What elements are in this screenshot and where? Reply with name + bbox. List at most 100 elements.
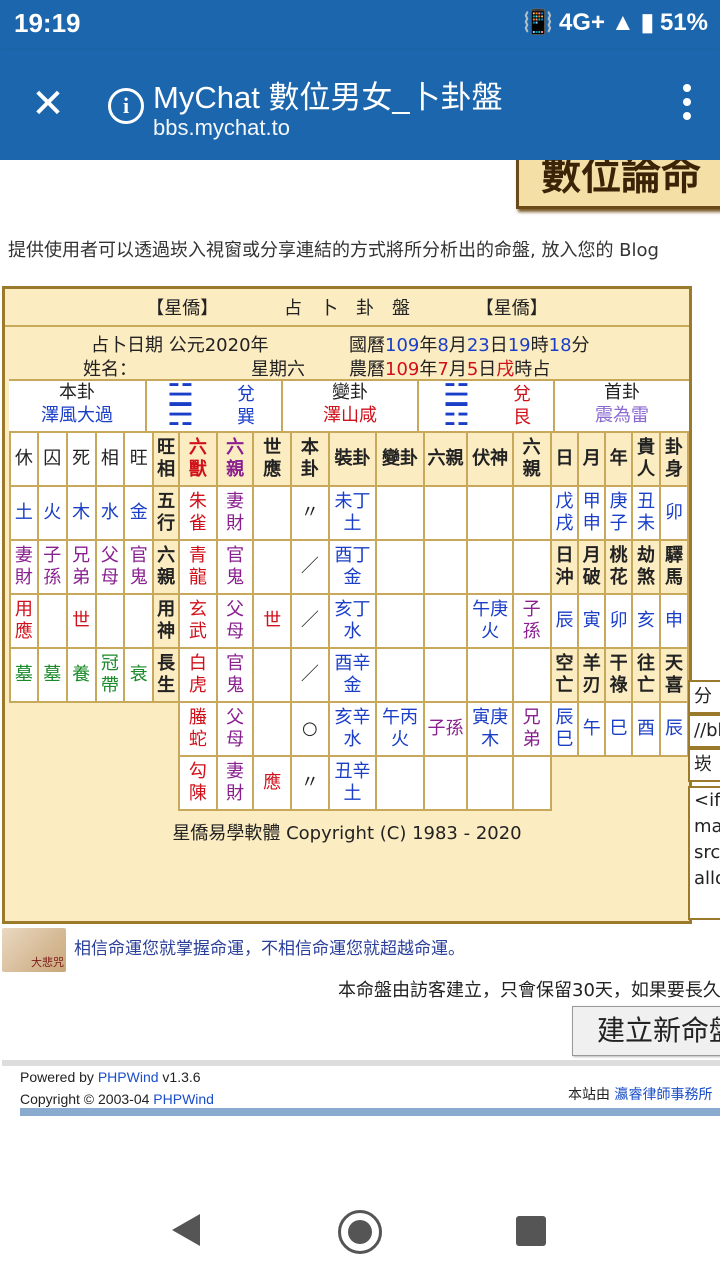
create-chart-button[interactable]: 建立新命盤 (572, 1006, 720, 1056)
yao-line-icon: ／ (290, 593, 330, 649)
yima-value: 申 (658, 593, 690, 649)
site-by: 本站由 瀛睿律師事務所 (568, 1087, 713, 1103)
noble-value: 丑未 (631, 485, 661, 541)
header-daychong: 日沖 (549, 539, 580, 595)
kin-left-cell: 官鬼 (123, 539, 155, 595)
header-wangwang: 往亡 (631, 647, 661, 703)
beast-cell: 朱雀 (178, 485, 218, 541)
kin-cell: 妻財 (215, 755, 255, 811)
web-content: 數位論命 提供使用者可以透過崁入視窗或分享連結的方式將所分析出的命盤, 放入您的… (0, 160, 720, 1160)
vibrate-icon: 📳 (523, 9, 553, 36)
phpwind-link[interactable]: PHPWind (98, 1069, 159, 1085)
biangua-cell (375, 647, 425, 703)
fushen-kin-cell: 兄弟 (511, 701, 552, 757)
changsheng-cell: 冠帶 (94, 647, 126, 703)
motto-text: 相信命運您就掌握命運，不相信命運您就超越命運。 (74, 939, 465, 959)
element-cell: 水 (94, 485, 126, 541)
element-cell: 金 (123, 485, 155, 541)
lawyer-link[interactable]: 瀛睿律師事務所 (614, 1087, 712, 1103)
biangua-kin-cell (422, 593, 469, 649)
left-spacer (10, 756, 180, 810)
guest-notice: 本命盤由訪客建立，只會保留30天，如果要長久 (338, 980, 720, 1001)
close-icon: ✕ (31, 81, 65, 127)
gregorian-date: 國曆109年8月23日19時18分 (349, 335, 590, 356)
fushen-cell (466, 647, 514, 703)
status-time: 19:19 (14, 8, 81, 38)
trigram-symbol-icon: ☶ (443, 398, 470, 433)
fushen-cell: 午庚火 (466, 593, 514, 649)
navigation-bar (0, 1176, 720, 1280)
yongshen-cell (94, 593, 126, 649)
changsheng-cell: 墓 (9, 647, 39, 703)
wangwang-value: 酉 (631, 701, 661, 757)
header-yangren: 羊刃 (577, 647, 607, 703)
info-icon[interactable]: i (108, 88, 144, 124)
close-button[interactable]: ✕ (26, 82, 70, 126)
phpwind-link-2[interactable]: PHPWind (153, 1091, 214, 1107)
divination-board: 【星僑】 占 卜 卦 盤 【星僑】 占卜日期 公元2020年 國曆109年8月2… (2, 286, 692, 924)
header-month: 月 (577, 431, 607, 487)
element-cell: 火 (36, 485, 68, 541)
header-liuqin3: 六親 (511, 431, 552, 487)
kin-cell: 官鬼 (215, 539, 255, 595)
changsheng-cell: 墓 (36, 647, 68, 703)
title-right: 【星僑】 (475, 298, 548, 319)
embed-code-field[interactable]: <ifrmasrcallo (688, 786, 720, 920)
title-main: 占 卜 卦 盤 (284, 298, 410, 319)
jiesha-value: 亥 (631, 593, 661, 649)
yongshen-cell: 用應 (9, 593, 39, 649)
changsheng-cell: 養 (65, 647, 97, 703)
header-zhuanggua: 裝卦 (327, 431, 378, 487)
biangua-kin-cell (422, 485, 469, 541)
name-label: 姓名： (83, 359, 137, 380)
header-fushen: 伏神 (466, 431, 514, 487)
title-left: 【星僑】 (146, 298, 219, 319)
header-jiesha: 劫煞 (631, 539, 661, 595)
zhuanggua-cell: 亥辛水 (327, 701, 378, 757)
board-title: 【星僑】 占 卜 卦 盤 【星僑】 (5, 293, 689, 327)
home-icon[interactable] (338, 1210, 382, 1254)
biangua-kin-cell: 子孫 (422, 701, 469, 757)
shiying-cell (252, 647, 293, 703)
footer-bar (20, 1108, 720, 1116)
header-yongshen: 用神 (152, 593, 181, 649)
signal-icon: ▲ (610, 8, 635, 36)
original-trigrams: ☱ ☴ 兌 巽 (147, 379, 283, 433)
season-cell: 死 (65, 431, 97, 487)
monthbreak-value: 寅 (577, 593, 607, 649)
element-cell: 木 (65, 485, 97, 541)
header-monthbreak: 月破 (577, 539, 607, 595)
recent-apps-icon[interactable] (516, 1216, 546, 1246)
page-url: bbs.mychat.to (153, 115, 290, 140)
fushen-cell: 寅庚木 (466, 701, 514, 757)
share-link-field[interactable]: //bb (688, 714, 720, 748)
header-yima: 驛馬 (658, 539, 690, 595)
biangua-kin-cell (422, 539, 469, 595)
beast-cell: 玄武 (178, 593, 218, 649)
beast-cell: 青龍 (178, 539, 218, 595)
kongwang-value: 辰巳 (549, 701, 580, 757)
shiying-cell: 應 (252, 755, 293, 811)
status-bar: 19:19 📳 4G+ ▲ ▮ 51% (0, 0, 720, 50)
head-hexagram: 首卦 震為雷 (595, 382, 649, 426)
motto-row: 大悲咒 相信命運您就掌握命運，不相信命運您就超越命運。 (0, 928, 720, 972)
more-menu-button[interactable] (682, 84, 692, 124)
fushen-kin-cell: 子孫 (511, 593, 552, 649)
header-tianxi: 天喜 (658, 647, 690, 703)
biangua-cell (375, 485, 425, 541)
header-shiying: 世應 (252, 431, 293, 487)
header-wangxiang: 旺相 (152, 431, 181, 487)
season-cell: 相 (94, 431, 126, 487)
shiying-cell (252, 701, 293, 757)
biangua-cell (375, 539, 425, 595)
header-liuqin2: 六親 (422, 431, 469, 487)
zhuanggua-cell: 丑辛土 (327, 755, 378, 811)
header-year: 年 (604, 431, 634, 487)
back-icon[interactable] (172, 1214, 200, 1246)
daychong-value: 辰 (549, 593, 580, 649)
kin-cell: 官鬼 (215, 647, 255, 703)
battery-level: 51% (659, 8, 708, 36)
fushen-kin-cell (511, 755, 552, 811)
app-bar: ✕ i MyChat 數位男女_卜卦盤 bbs.mychat.to (0, 50, 720, 160)
header-ganlu: 干祿 (604, 647, 634, 703)
